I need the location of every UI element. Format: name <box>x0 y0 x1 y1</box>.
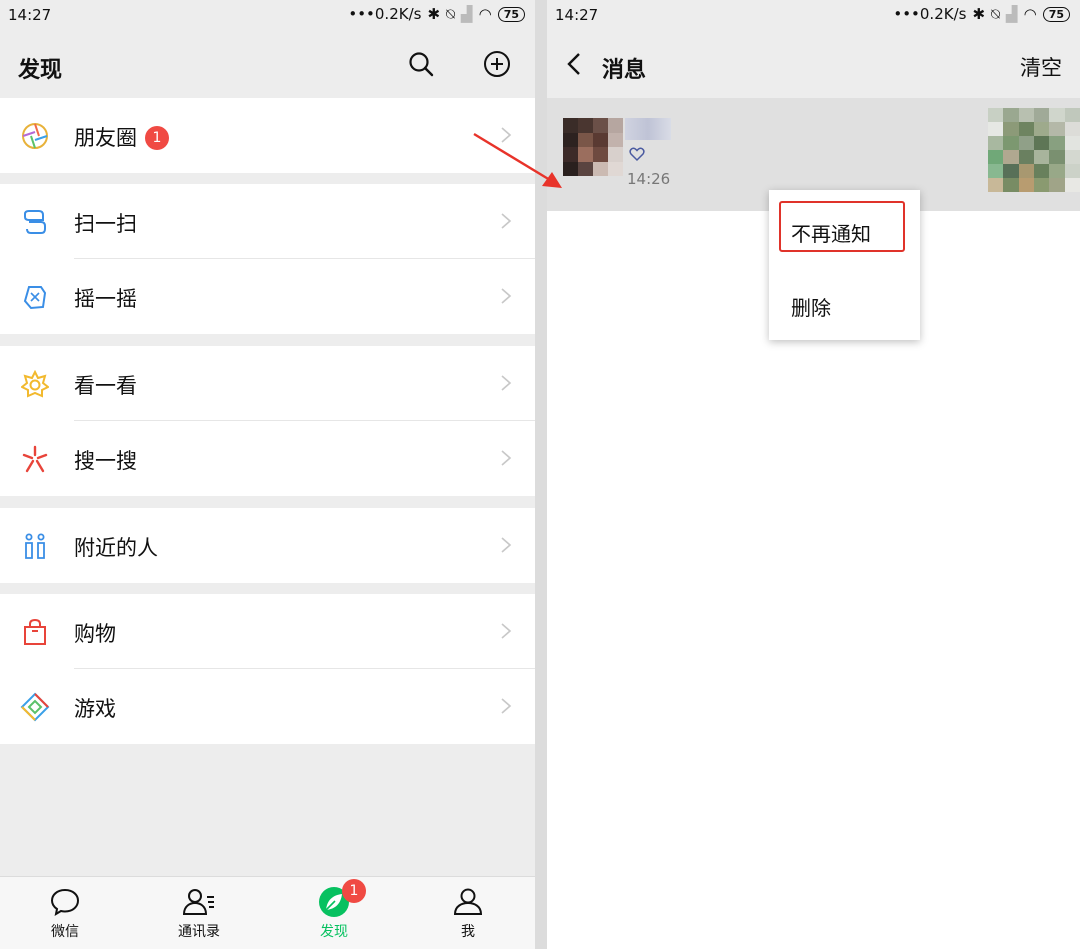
annotation-arrow-icon <box>473 132 562 188</box>
chevron-right-icon <box>501 288 512 304</box>
post-thumbnail <box>988 108 1080 192</box>
wifi-icon: ◠ <box>1023 5 1037 23</box>
discover-screen: 14:27 •••0.2K/s ✱ ⍉ ▟ ◠ 75 发现 朋友圈 1 扫一扫 … <box>0 0 535 949</box>
menu-item-scan[interactable]: 扫一扫 <box>0 184 535 259</box>
messages-screen: 14:27 •••0.2K/s ✱ ⍉ ▟ ◠ 75 消息 清空 14:26 不… <box>547 0 1080 949</box>
menu-item-delete[interactable]: 删除 <box>769 268 920 334</box>
chevron-right-icon <box>501 450 512 466</box>
battery-icon: 75 <box>1042 6 1070 22</box>
plus-circle-icon[interactable] <box>481 48 513 80</box>
chevron-right-icon <box>501 537 512 553</box>
mute-bell-icon: ⍉ <box>446 5 456 23</box>
menu-item-games[interactable]: 游戏 <box>0 669 535 744</box>
menu-item-label: 删除 <box>791 296 831 320</box>
search-feature-icon <box>20 444 50 474</box>
scan-icon <box>20 207 50 237</box>
chevron-right-icon <box>501 375 512 391</box>
mute-bell-icon: ⍉ <box>991 5 1001 23</box>
games-icon <box>20 692 50 722</box>
bottom-tab-bar: 微信 通讯录 1 发现 我 <box>0 876 535 949</box>
tab-contacts[interactable]: 通讯录 <box>149 885 249 941</box>
group-look-search: 看一看 搜一搜 <box>0 346 535 496</box>
menu-item-label: 摇一摇 <box>74 287 137 311</box>
tab-label: 通讯录 <box>178 924 220 940</box>
discover-icon: 1 <box>284 879 384 919</box>
top-stories-icon <box>20 369 50 399</box>
me-icon <box>418 885 518 919</box>
back-arrow-icon[interactable] <box>561 50 589 78</box>
chevron-right-icon <box>501 698 512 714</box>
contacts-icon <box>149 885 249 919</box>
header: 发现 <box>0 30 535 98</box>
network-rate: •••0.2K/s <box>348 5 422 23</box>
moments-icon <box>20 121 50 151</box>
signal-icon: ▟ <box>461 5 473 23</box>
menu-item-label: 朋友圈 1 <box>74 122 169 152</box>
people-nearby-icon <box>20 531 50 561</box>
group-shop-games: 购物 游戏 <box>0 594 535 744</box>
chat-bubble-icon <box>15 885 115 919</box>
tab-label: 微信 <box>51 924 79 940</box>
notification-badge: 1 <box>342 879 366 903</box>
group-nearby: 附近的人 <box>0 508 535 583</box>
network-rate: •••0.2K/s <box>893 5 967 23</box>
avatar <box>563 118 623 176</box>
status-time: 14:27 <box>555 6 599 24</box>
menu-item-label: 看一看 <box>74 374 137 398</box>
tab-chats[interactable]: 微信 <box>15 885 115 941</box>
battery-icon: 75 <box>497 6 525 22</box>
tab-me[interactable]: 我 <box>418 885 518 941</box>
sender-name <box>625 118 671 140</box>
status-bar: 14:27 •••0.2K/s ✱ ⍉ ▟ ◠ 75 <box>0 0 535 30</box>
menu-item-label: 购物 <box>74 622 116 646</box>
menu-item-moments[interactable]: 朋友圈 1 <box>0 98 535 173</box>
group-scan-shake: 扫一扫 摇一摇 <box>0 184 535 334</box>
message-time: 14:26 <box>627 170 671 188</box>
tab-label: 发现 <box>320 924 348 940</box>
bluetooth-icon: ✱ <box>427 5 441 23</box>
menu-item-top-stories[interactable]: 看一看 <box>0 346 535 421</box>
heart-icon <box>629 147 645 162</box>
shake-icon <box>20 282 50 312</box>
chevron-right-icon <box>501 213 512 229</box>
chevron-right-icon <box>501 623 512 639</box>
context-menu: 不再通知 删除 <box>769 190 920 340</box>
menu-item-label: 扫一扫 <box>74 212 137 236</box>
bluetooth-icon: ✱ <box>972 5 986 23</box>
status-icons: •••0.2K/s ✱ ⍉ ▟ ◠ 75 <box>893 5 1070 23</box>
menu-item-people-nearby[interactable]: 附近的人 <box>0 508 535 583</box>
wifi-icon: ◠ <box>478 5 492 23</box>
menu-item-label: 搜一搜 <box>74 449 137 473</box>
page-title: 消息 <box>602 58 647 83</box>
status-bar: 14:27 •••0.2K/s ✱ ⍉ ▟ ◠ 75 <box>547 0 1080 30</box>
menu-item-shopping[interactable]: 购物 <box>0 594 535 669</box>
tab-discover[interactable]: 1 发现 <box>284 879 384 941</box>
status-time: 14:27 <box>8 6 52 24</box>
notification-badge: 1 <box>145 126 169 150</box>
page-title: 发现 <box>18 58 63 83</box>
group-moments: 朋友圈 1 <box>0 98 535 173</box>
header: 消息 清空 <box>547 30 1080 98</box>
menu-item-label: 附近的人 <box>74 536 158 560</box>
status-icons: •••0.2K/s ✱ ⍉ ▟ ◠ 75 <box>348 5 525 23</box>
clear-button[interactable]: 清空 <box>1020 52 1062 82</box>
search-icon[interactable] <box>405 48 437 80</box>
menu-item-search[interactable]: 搜一搜 <box>0 421 535 496</box>
signal-icon: ▟ <box>1006 5 1018 23</box>
menu-item-label: 游戏 <box>74 697 116 721</box>
menu-item-shake[interactable]: 摇一摇 <box>0 259 535 334</box>
shopping-bag-icon <box>20 617 50 647</box>
tab-label: 我 <box>461 924 475 940</box>
highlight-box <box>779 201 905 252</box>
